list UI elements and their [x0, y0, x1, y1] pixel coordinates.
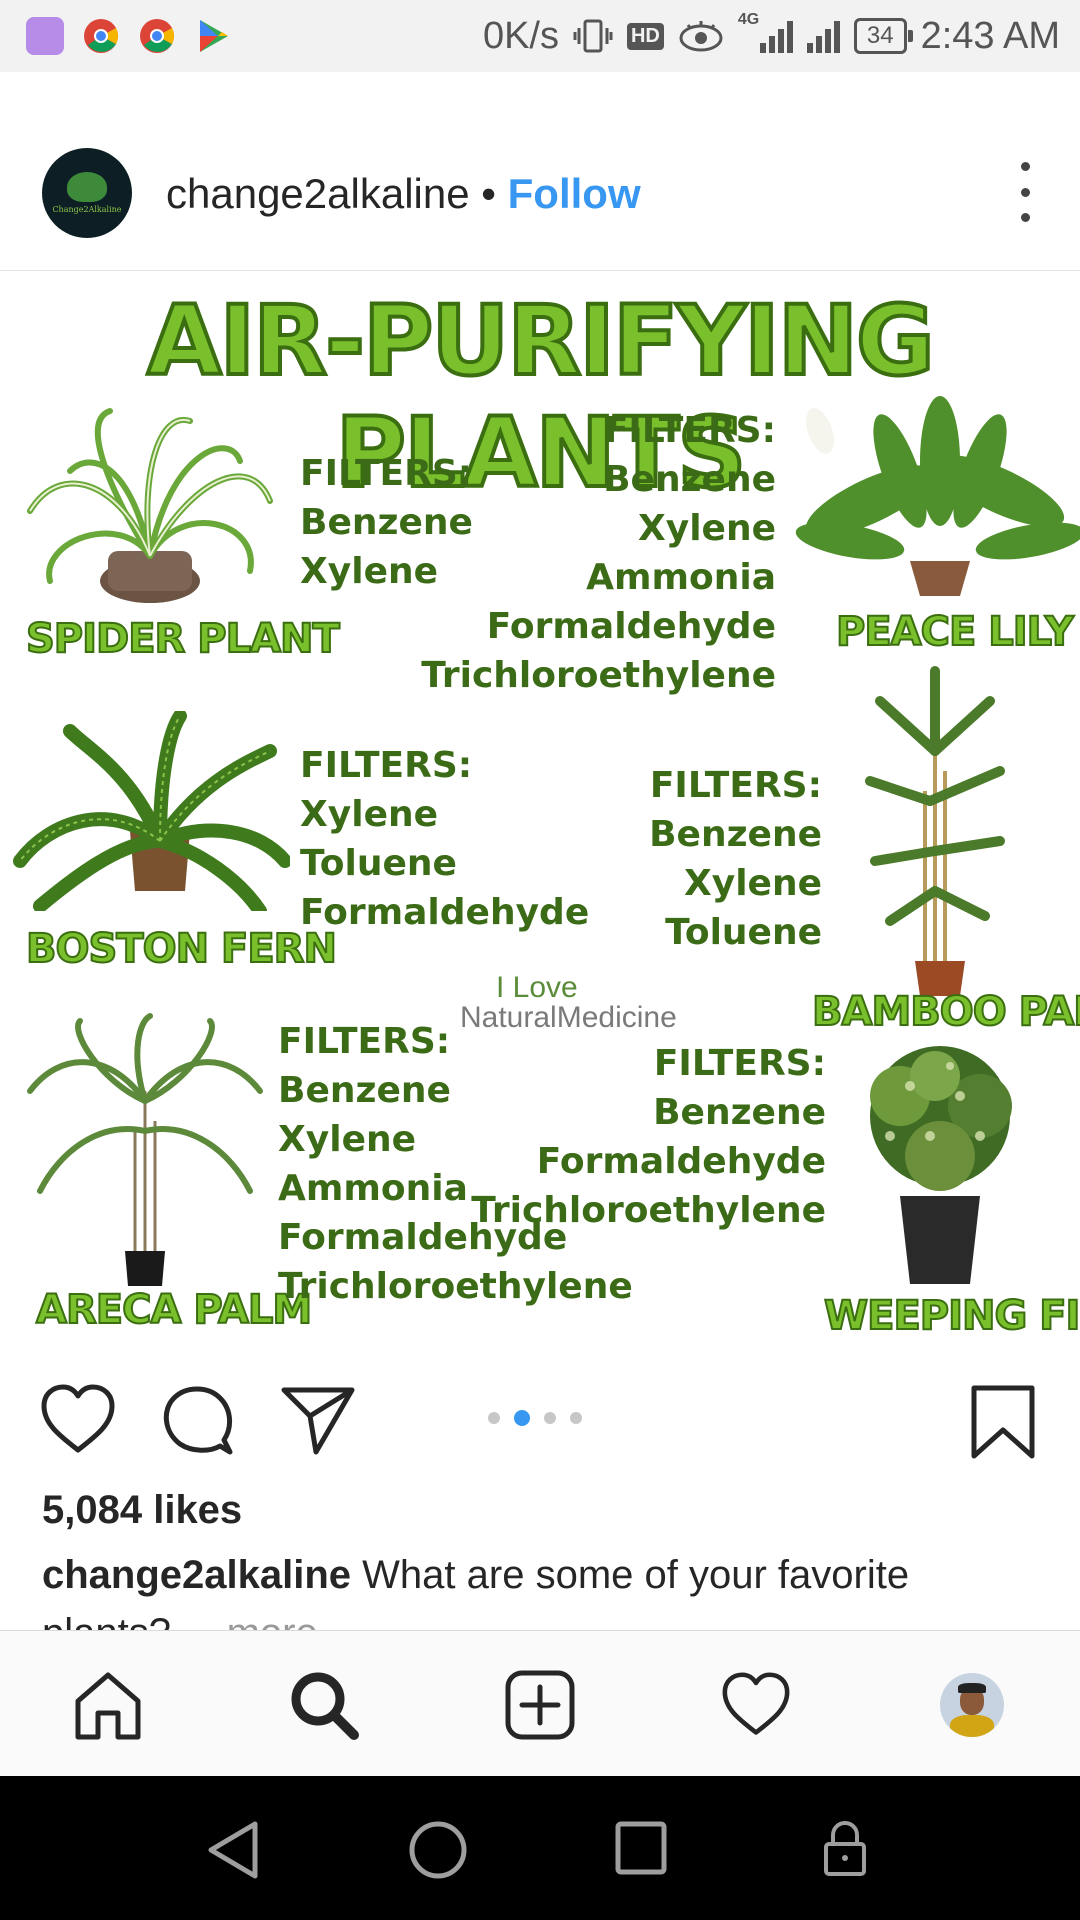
system-status: 0K/s HD 4G 34 2:43 AM [482, 11, 1080, 58]
filter-item: Trichloroethylene [421, 655, 776, 696]
signal-4g: 4G [738, 11, 793, 53]
home-circle-icon[interactable] [408, 1820, 468, 1880]
areca-palm-image [27, 1013, 263, 1286]
filter-item: Benzene [603, 459, 776, 500]
network-type: 4G [737, 11, 760, 28]
filters-label: FILTERS: [649, 765, 822, 806]
nav-search[interactable] [286, 1667, 362, 1743]
avatar-brand-text: Change2Alkaline [52, 205, 122, 214]
filters-list: FILTERS: Benzene Formaldehyde Trichloroe… [471, 1039, 826, 1235]
lock-icon[interactable] [822, 1820, 868, 1876]
battery-indicator: 34 [853, 18, 913, 54]
filters-label: FILTERS: [653, 1043, 826, 1084]
plant-name: WEEPING FIG [823, 1292, 1080, 1340]
filter-item: Toluene [665, 912, 822, 953]
network-speed: 0K/s [482, 14, 559, 57]
carousel-indicator [488, 1410, 582, 1426]
share-icon[interactable] [280, 1384, 356, 1456]
filter-item: Ammonia [586, 557, 776, 598]
filters-list: FILTERS: Xylene Toluene Formaldehyde [300, 741, 589, 937]
filter-item: Toluene [300, 843, 457, 884]
separator-dot: • [481, 170, 496, 217]
nav-activity[interactable] [718, 1667, 794, 1743]
notification-icons [0, 17, 232, 55]
hd-badge: HD [626, 22, 664, 50]
boston-fern-image [13, 711, 290, 911]
nav-add-post[interactable] [502, 1667, 578, 1743]
filter-item: Xylene [300, 794, 439, 835]
profile-avatar [940, 1673, 1004, 1737]
vibrate-icon [573, 19, 613, 53]
carousel-dot [544, 1412, 556, 1424]
system-navigation-bar [0, 1776, 1080, 1920]
avatar-tree-logo [67, 172, 107, 202]
plant-name: ARECA PALM [35, 1286, 313, 1334]
home-icon [75, 1672, 141, 1740]
filter-item: Formaldehyde [486, 606, 776, 647]
clock: 2:43 AM [920, 14, 1060, 57]
filter-item: Xylene [683, 863, 822, 904]
filters-label: FILTERS: [300, 745, 473, 786]
spider-plant-image [27, 408, 273, 603]
activity-heart-icon [722, 1672, 790, 1735]
poster-username-line: change2alkaline • Follow [166, 170, 641, 218]
more-options-icon[interactable] [1010, 162, 1040, 222]
nav-profile[interactable] [934, 1667, 1010, 1743]
filter-item: Formaldehyde [300, 892, 590, 933]
filter-item: Xylene [637, 508, 776, 549]
likes-count[interactable]: 5,084 likes [42, 1488, 242, 1533]
filter-item: Formaldehyde [536, 1141, 826, 1182]
carousel-dot-active [514, 1410, 530, 1426]
play-store-icon [200, 20, 228, 52]
watermark-line1: I Love [496, 971, 578, 1004]
post-image[interactable]: AIR-PURIFYING PLANTS SPIDER PLANT FILTER… [0, 271, 1080, 1351]
signal-bars [806, 19, 840, 53]
carousel-dot [488, 1412, 500, 1424]
peace-lily-image [795, 396, 1080, 596]
post-caption: change2alkaline What are some of your fa… [42, 1546, 1032, 1632]
caption-username[interactable]: change2alkaline [42, 1553, 351, 1597]
eye-icon [679, 21, 723, 52]
filter-item: Benzene [649, 814, 822, 855]
recents-icon[interactable] [614, 1820, 668, 1876]
filters-label: FILTERS: [603, 410, 776, 451]
plant-name: BAMBOO PALM [811, 988, 1080, 1036]
bookmark-icon[interactable] [970, 1384, 1036, 1460]
status-bar: 0K/s HD 4G 34 2:43 AM [0, 0, 1080, 72]
filter-item: Benzene [653, 1092, 826, 1133]
nav-home[interactable] [70, 1667, 146, 1743]
plant-name: PEACE LILY [835, 608, 1075, 656]
bottom-navigation [0, 1630, 1080, 1777]
bamboo-palm-image [865, 666, 1005, 996]
filter-item: Trichloroethylene [471, 1190, 826, 1231]
weeping-fig-image [870, 1046, 1012, 1284]
filter-item: Trichloroethylene [278, 1266, 633, 1307]
poster-username[interactable]: change2alkaline [166, 170, 470, 217]
heart-icon[interactable] [40, 1384, 116, 1456]
poster-avatar[interactable]: Change2Alkaline [42, 148, 132, 238]
search-icon [291, 1672, 359, 1740]
caption-more-link[interactable]: ... more [182, 1611, 318, 1632]
gallery-app-icon [26, 17, 64, 55]
add-post-icon [505, 1670, 575, 1740]
follow-button[interactable]: Follow [508, 170, 641, 217]
plant-name: BOSTON FERN [25, 925, 338, 973]
plant-name: SPIDER PLANT [25, 615, 341, 663]
filters-list: FILTERS: Benzene Xylene Toluene [649, 761, 822, 957]
post-header: Change2Alkaline change2alkaline • Follow [0, 72, 1080, 271]
post-actions [0, 1370, 1080, 1470]
chrome-icon [140, 19, 174, 53]
back-icon[interactable] [205, 1820, 261, 1880]
comment-icon[interactable] [162, 1384, 234, 1456]
filters-list: FILTERS: Benzene Xylene Ammonia Formalde… [421, 406, 776, 700]
chrome-icon [84, 19, 118, 53]
carousel-dot [570, 1412, 582, 1424]
